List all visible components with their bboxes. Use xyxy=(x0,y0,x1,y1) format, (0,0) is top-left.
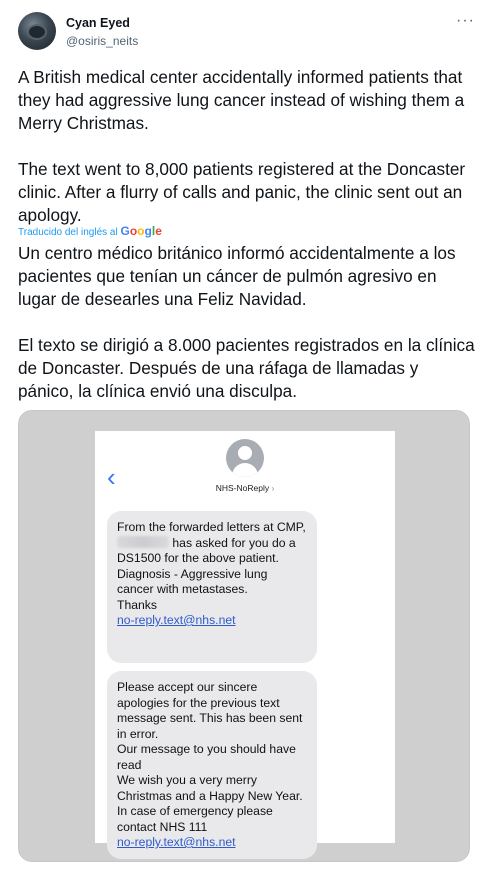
avatar[interactable] xyxy=(18,12,56,50)
tweet-paragraph: El texto se dirigió a 8.000 pacientes re… xyxy=(18,335,475,401)
message-link: no-reply.text@nhs.net xyxy=(117,835,236,849)
chevron-right-icon: › xyxy=(271,483,275,493)
avatar-face xyxy=(27,24,47,40)
tweet-paragraph: The text went to 8,000 patients register… xyxy=(18,159,466,225)
contact-name-text: NHS-NoReply xyxy=(215,483,270,493)
google-logo: Google xyxy=(120,224,162,238)
author-name[interactable]: Cyan Eyed xyxy=(66,16,130,30)
author-handle[interactable]: @osiris_neits xyxy=(66,34,138,48)
message-link: no-reply.text@nhs.net xyxy=(117,613,236,627)
contact-avatar-icon xyxy=(226,439,264,477)
contact-name: NHS-NoReply › xyxy=(95,483,395,493)
message-bubble: Please accept our sincere apologies for … xyxy=(107,671,317,859)
sms-screenshot: ‹ NHS-NoReply › From the forwarded lette… xyxy=(95,431,395,859)
more-options-icon[interactable]: ··· xyxy=(456,12,475,30)
tweet-media-image[interactable]: ‹ NHS-NoReply › From the forwarded lette… xyxy=(18,410,470,862)
redacted-name xyxy=(117,535,169,548)
tweet-text-translated: Un centro médico británico informó accid… xyxy=(18,242,478,403)
tweet-header: Cyan Eyed @osiris_neits ··· xyxy=(18,12,479,56)
translated-by-text: Traducido del inglés al xyxy=(18,227,118,238)
message-text: From the forwarded letters at CMP, xyxy=(117,520,306,534)
message-text: Please accept our sincere apologies for … xyxy=(117,680,303,834)
tweet-text-original: A British medical center accidentally in… xyxy=(18,66,478,227)
message-bubble: From the forwarded letters at CMP, has a… xyxy=(107,511,317,663)
tweet-paragraph: Un centro médico británico informó accid… xyxy=(18,243,456,309)
tweet-paragraph: A British medical center accidentally in… xyxy=(18,67,465,133)
translated-by-label[interactable]: Traducido del inglés al Google xyxy=(18,224,162,238)
